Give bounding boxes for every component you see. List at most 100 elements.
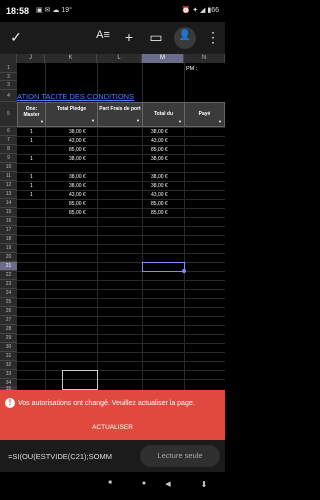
row-header[interactable]: 2 bbox=[0, 73, 17, 81]
battery-level: 66 bbox=[211, 7, 219, 14]
row-header[interactable]: 30 bbox=[0, 343, 17, 352]
cell-m11[interactable]: 38,00 € bbox=[151, 174, 168, 180]
row-header[interactable]: 6 bbox=[0, 127, 17, 136]
check-icon[interactable]: ✓ bbox=[7, 29, 25, 46]
formula-bar: =SI(OU(ESTVIDE(C21);SOMM Lecture seule bbox=[0, 440, 225, 472]
cell-j7[interactable]: 1 bbox=[30, 138, 33, 144]
cell-j9[interactable]: 1 bbox=[30, 156, 33, 162]
more-options-icon[interactable]: ⋮ bbox=[204, 29, 222, 46]
system-icons: ⏰ ✦ ◢ ▮66 bbox=[181, 7, 219, 14]
row-header[interactable]: 28 bbox=[0, 325, 17, 334]
cell-k7[interactable]: 43,00 € bbox=[69, 138, 86, 144]
filter-icon[interactable]: ▼ bbox=[218, 119, 222, 124]
column-header-j[interactable]: J bbox=[17, 54, 45, 63]
cell-j12[interactable]: 1 bbox=[30, 183, 33, 189]
cell-m13[interactable]: 43,00 € bbox=[151, 192, 168, 198]
row-header[interactable]: 23 bbox=[0, 280, 17, 289]
cell-j11[interactable]: 1 bbox=[30, 174, 33, 180]
row-header[interactable]: 5 bbox=[0, 102, 17, 127]
keyboard-hide-icon[interactable]: ⬇ bbox=[196, 480, 212, 489]
sheet-title[interactable]: ATION TACITE DES CONDITIONS bbox=[17, 92, 134, 101]
row-header[interactable]: 12 bbox=[0, 181, 17, 190]
row-header[interactable]: 14 bbox=[0, 199, 17, 208]
header-cell-total-du[interactable]: Total du ▼ bbox=[142, 102, 185, 127]
row-header[interactable]: 33 bbox=[0, 370, 17, 379]
row-header[interactable]: 27 bbox=[0, 316, 17, 325]
header-cell-frais-port[interactable]: Part Frais de port ▼ bbox=[97, 102, 143, 127]
row-header[interactable]: 18 bbox=[0, 235, 17, 244]
filter-icon[interactable]: ▼ bbox=[136, 118, 140, 124]
cell-k15[interactable]: 85,00 € bbox=[69, 210, 86, 216]
cell-k9[interactable]: 38,00 € bbox=[69, 156, 86, 162]
row-header[interactable]: 24 bbox=[0, 289, 17, 298]
row-header[interactable]: 10 bbox=[0, 163, 17, 172]
warning-icon: ! bbox=[5, 398, 15, 408]
comment-icon[interactable]: ▭ bbox=[147, 29, 165, 46]
cell-k13[interactable]: 43,00 € bbox=[69, 192, 86, 198]
cell-m8[interactable]: 85,00 € bbox=[151, 147, 168, 153]
filter-icon[interactable]: ▼ bbox=[40, 119, 44, 124]
row-header[interactable]: 7 bbox=[0, 136, 17, 145]
row-header[interactable]: 4 bbox=[0, 90, 17, 102]
column-header-m[interactable]: M bbox=[142, 54, 184, 63]
notification-icons: ▣ ✉ ☁ 19° bbox=[36, 7, 72, 14]
row-header[interactable]: 20 bbox=[0, 253, 17, 262]
row-header[interactable]: 25 bbox=[0, 298, 17, 307]
header-cell-master[interactable]: One: Master ▼ bbox=[17, 102, 46, 127]
add-icon[interactable]: + bbox=[120, 29, 138, 45]
notice-message: Vos autorisations ont changé. Veuillez a… bbox=[18, 400, 195, 407]
cell-k14[interactable]: 85,00 € bbox=[69, 201, 86, 207]
row-header[interactable]: 17 bbox=[0, 226, 17, 235]
row-header[interactable]: 16 bbox=[0, 217, 17, 226]
column-header-l[interactable]: L bbox=[97, 54, 142, 63]
row-header[interactable]: 15 bbox=[0, 208, 17, 217]
home-icon[interactable]: ● bbox=[136, 480, 152, 487]
permission-notice: ! Vos autorisations ont changé. Veuillez… bbox=[0, 390, 225, 440]
text-format-icon[interactable]: A≡ bbox=[94, 29, 112, 41]
refresh-button[interactable]: ACTUALISER bbox=[0, 424, 225, 431]
recents-icon[interactable]: ■ bbox=[102, 480, 118, 486]
header-cell-paye[interactable]: Payé ▼ bbox=[184, 102, 225, 127]
selection-handle[interactable] bbox=[182, 269, 186, 273]
row-header[interactable]: 32 bbox=[0, 361, 17, 370]
cell-m14[interactable]: 85,00 € bbox=[151, 201, 168, 207]
column-header-n[interactable]: N bbox=[184, 54, 225, 63]
row-header[interactable]: 1 bbox=[0, 63, 17, 73]
cell-m6[interactable]: 38,00 € bbox=[151, 129, 168, 135]
cell-m7[interactable]: 43,00 € bbox=[151, 138, 168, 144]
row-header[interactable]: 29 bbox=[0, 334, 17, 343]
formula-input[interactable]: =SI(OU(ESTVIDE(C21);SOMM bbox=[8, 452, 136, 461]
add-person-icon: 👤 bbox=[178, 30, 192, 41]
row-header[interactable]: 26 bbox=[0, 307, 17, 316]
filter-icon[interactable]: ▼ bbox=[178, 119, 182, 124]
cell-j6[interactable]: 1 bbox=[30, 129, 33, 135]
cell-k11[interactable]: 38,00 € bbox=[69, 174, 86, 180]
share-button[interactable]: 👤 bbox=[174, 27, 196, 49]
cell-m15[interactable]: 85,00 € bbox=[151, 210, 168, 216]
selected-cell[interactable] bbox=[142, 262, 185, 272]
status-bar: 18:58 ▣ ✉ ☁ 19° ⏰ ✦ ◢ ▮66 bbox=[0, 0, 225, 22]
header-cell-total-pledge[interactable]: Total Pledge ▼ bbox=[45, 102, 98, 127]
filter-icon[interactable]: ▼ bbox=[91, 118, 95, 124]
row-header[interactable]: 11 bbox=[0, 172, 17, 181]
back-icon[interactable]: ◀ bbox=[160, 480, 176, 488]
cell-m12[interactable]: 38,00 € bbox=[151, 183, 168, 189]
system-nav-bar: ■ ● ◀ ⬇ bbox=[0, 472, 225, 500]
cell-j13[interactable]: 1 bbox=[30, 192, 33, 198]
row-header[interactable]: 22 bbox=[0, 271, 17, 280]
row-header[interactable]: 8 bbox=[0, 145, 17, 154]
row-header[interactable]: 3 bbox=[0, 81, 17, 90]
row-header[interactable]: 19 bbox=[0, 244, 17, 253]
read-only-badge: Lecture seule bbox=[140, 445, 220, 467]
cell-k6[interactable]: 38,00 € bbox=[69, 129, 86, 135]
clock: 18:58 bbox=[6, 6, 30, 16]
row-header[interactable]: 9 bbox=[0, 154, 17, 163]
cell-k12[interactable]: 38,00 € bbox=[69, 183, 86, 189]
select-all-corner[interactable] bbox=[0, 54, 17, 63]
cell-k8[interactable]: 85,00 € bbox=[69, 147, 86, 153]
row-header-selected[interactable]: 21 bbox=[0, 262, 17, 271]
row-header[interactable]: 31 bbox=[0, 352, 17, 361]
column-header-k[interactable]: K bbox=[45, 54, 97, 63]
cell-m9[interactable]: 38,00 € bbox=[151, 156, 168, 162]
row-header[interactable]: 13 bbox=[0, 190, 17, 199]
